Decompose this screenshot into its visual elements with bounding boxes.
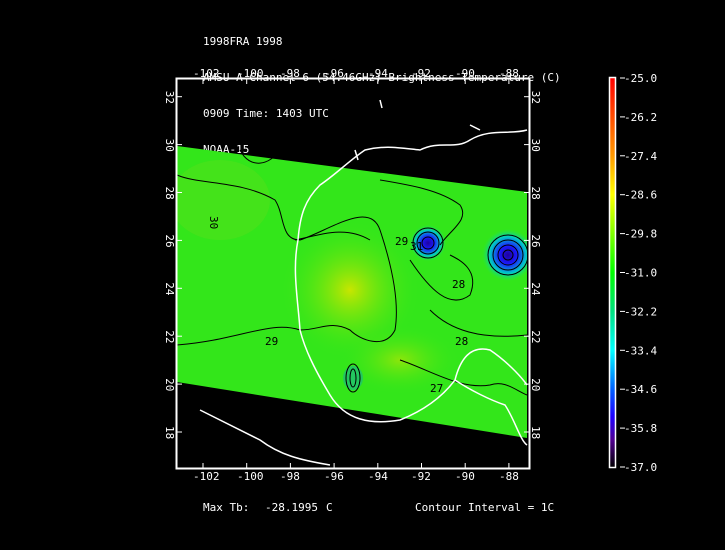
lon-labels-bottom: -102 -100 -98 -96 -94 -92 -90 -88 bbox=[193, 470, 519, 483]
colorbar-label: -29.8 bbox=[624, 228, 657, 241]
lon-tick-label: -88 bbox=[499, 67, 519, 80]
lat-tick-label: 30 bbox=[163, 139, 176, 152]
colorbar-label: -26.2 bbox=[624, 111, 657, 124]
colorbar-label: -35.8 bbox=[624, 422, 657, 435]
contour-label: 30 bbox=[207, 216, 220, 229]
colorbar-label: -37.0 bbox=[624, 461, 657, 474]
max-tb-unit: C bbox=[326, 501, 333, 514]
lat-tick-label: 26 bbox=[163, 234, 176, 247]
lon-tick-label: -96 bbox=[324, 470, 344, 483]
lon-tick-label: -92 bbox=[411, 470, 431, 483]
colorbar-label: -32.2 bbox=[624, 305, 657, 318]
contour-label: 28 bbox=[455, 335, 468, 348]
lon-tick-label: -94 bbox=[368, 470, 388, 483]
max-tb-label: Max Tb: bbox=[203, 501, 250, 514]
colorbar-label: -31.0 bbox=[624, 267, 657, 280]
lat-tick-label: 28 bbox=[163, 187, 176, 200]
colorbar: -25.0 -26.2 -27.4 -28.6 -29.8 -31.0 -32.2 -33.4… bbox=[608, 72, 657, 474]
colorbar-label: -33.4 bbox=[624, 344, 657, 357]
lat-tick-label: 20 bbox=[529, 378, 542, 391]
lon-tick-label: -102 bbox=[193, 67, 220, 80]
lat-tick-label: 24 bbox=[529, 282, 542, 296]
colorbar-label: -28.6 bbox=[624, 189, 657, 202]
lon-tick-label: -100 bbox=[237, 470, 264, 483]
lat-tick-label: 20 bbox=[163, 378, 176, 391]
cold-spot bbox=[482, 229, 527, 281]
lon-tick-label: -88 bbox=[499, 470, 519, 483]
colorbar-label: -25.0 bbox=[624, 72, 657, 85]
colorbar-label: -27.4 bbox=[624, 150, 657, 163]
lat-tick-label: 18 bbox=[529, 426, 542, 439]
colorbar-label: -34.6 bbox=[624, 383, 657, 396]
contour-label: 28 bbox=[452, 278, 465, 291]
contour-interval: Contour Interval = 1C bbox=[415, 501, 555, 514]
lat-tick-label: 30 bbox=[529, 139, 542, 152]
lat-tick-label: 32 bbox=[163, 91, 176, 104]
lat-tick-label: 18 bbox=[163, 426, 176, 439]
lat-tick-label: 26 bbox=[529, 234, 542, 247]
lon-tick-label: -92 bbox=[411, 67, 431, 80]
contour-label: 27 bbox=[430, 382, 443, 395]
contour-label: 29 bbox=[265, 335, 278, 348]
lon-tick-label: -98 bbox=[280, 67, 300, 80]
lat-tick-label: 24 bbox=[163, 282, 176, 296]
map-plot: 30 29 28 29 28 27 31 -102 -100 -98 -96 -… bbox=[163, 67, 657, 483]
lon-tick-label: -98 bbox=[280, 470, 300, 483]
contour-label: 31 bbox=[410, 240, 423, 253]
lon-tick-label: -94 bbox=[368, 67, 388, 80]
lon-tick-label: -96 bbox=[324, 67, 344, 80]
lat-tick-label: 22 bbox=[529, 330, 542, 343]
contour-label: 29 bbox=[395, 235, 408, 248]
max-tb-value: -28.1995 bbox=[265, 501, 318, 514]
lon-tick-label: -90 bbox=[455, 470, 475, 483]
lon-tick-label: -102 bbox=[193, 470, 220, 483]
lon-tick-label: -90 bbox=[455, 67, 475, 80]
lon-tick-label: -100 bbox=[237, 67, 264, 80]
lat-tick-label: 32 bbox=[529, 91, 542, 104]
lat-tick-label: 28 bbox=[529, 187, 542, 200]
lat-tick-label: 22 bbox=[163, 330, 176, 343]
